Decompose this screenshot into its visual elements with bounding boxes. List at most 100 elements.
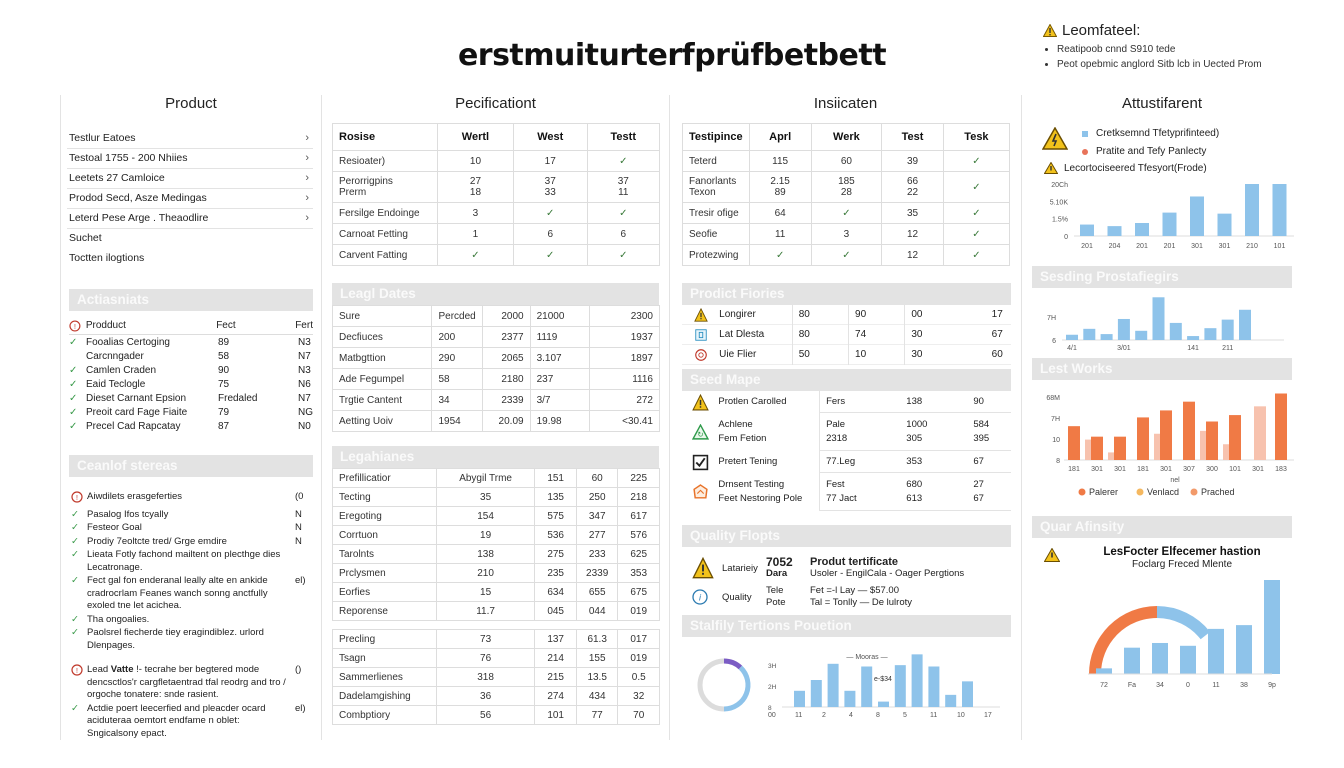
product-list-label: Prodod Secd, Asze Medingas — [69, 192, 207, 204]
row-code: N7 — [298, 392, 311, 404]
table-row: Corrtuon 19 536 277 576 — [332, 525, 660, 545]
actions-table: ! Prodduct Fect Fert ✓ Fooalias Certoging 89 N3… — [69, 317, 313, 433]
cell-value: 30 — [911, 328, 923, 340]
fiories-row: Lat Dlesta 80 74 30 67 — [682, 324, 1011, 345]
x-tick-label: 301 — [1114, 466, 1126, 473]
row-name: Seofie — [682, 223, 750, 245]
check-icon: ✓ — [810, 244, 883, 266]
cell-value: 044 — [575, 601, 619, 621]
cell-value: 101 — [534, 705, 577, 725]
section-header-checklist: Ceanlof stereas — [69, 455, 313, 477]
row-name: Combptiory — [332, 705, 437, 725]
bar — [1264, 580, 1280, 674]
check-icon: ✓ — [69, 364, 78, 376]
checklist-flag: N — [295, 535, 302, 547]
row-name: Carvent Fatting — [332, 244, 438, 266]
cell-value: 39 — [881, 150, 944, 172]
fiories-row: Longirer 80 90 00 17 — [682, 304, 1011, 325]
cell-value: 11.7 — [435, 601, 536, 621]
bar — [1096, 668, 1112, 674]
quality-list: Latarieiy 7052 Dara Produt tertificate Usole… — [682, 553, 1011, 611]
last-works-chart: 8 10 7H 68M 181 301 301 181 301 307 300 101 301 183 ne… — [1046, 393, 1294, 497]
product-list-item[interactable]: Suchet — [67, 229, 313, 249]
row-name: Eaid Teclogle — [86, 378, 146, 390]
row-name: Protezwing — [682, 244, 750, 266]
cell-value: 3.107 — [529, 347, 591, 369]
checklist-flag — [295, 549, 313, 574]
row-name: Uie Flier — [719, 344, 793, 365]
cell-value: 32 — [617, 686, 660, 706]
column-header: Test — [881, 123, 944, 151]
quality-code-sub: Dara — [766, 568, 788, 579]
bar — [1236, 625, 1252, 674]
cell-value: 575 — [534, 506, 577, 526]
x-tick-label: 8 — [876, 712, 880, 719]
info-icon: ! — [69, 319, 81, 332]
section-header-product-fiories: Prodict Fiories — [682, 283, 1011, 305]
check-icon: ✓ — [71, 575, 79, 586]
table-row: Fersilge Endoinge 3 ✓ ✓ — [332, 202, 661, 224]
legend-label: Cretksemnd Tfetyprifinteed) — [1096, 128, 1220, 139]
cell-value: 1116 — [589, 368, 660, 390]
table-row: ✓ Dieset Carnant Epsion Fredaled N7 — [69, 392, 313, 406]
bar — [1107, 226, 1122, 236]
checklist-text: Fect gal fon enderanal leally alte en an… — [87, 575, 268, 611]
bar — [1135, 330, 1148, 340]
quality-code: Tele Pote — [766, 585, 810, 609]
x-tick-label: 2 — [822, 712, 826, 719]
check-icon: ✓ — [942, 202, 1011, 224]
bar-palerer — [1275, 393, 1287, 460]
cell-value: 61.3 — [575, 629, 619, 649]
table-row: Prclysmen 210 235 2339 353 — [332, 563, 660, 583]
row-name: Dieset Carnant Epsion — [86, 392, 187, 404]
product-list-item[interactable]: Toctten ilogtions — [67, 249, 313, 269]
row-icon-wrap — [682, 557, 722, 579]
bar-palerer — [1229, 415, 1241, 460]
cell-value: 70 — [617, 705, 660, 725]
x-tick-label: 34 — [1156, 682, 1164, 689]
bar — [827, 663, 839, 707]
row-name: Decfiuces — [331, 326, 433, 348]
bar — [861, 666, 873, 707]
cell-value: 250 — [575, 487, 619, 507]
bar — [844, 690, 856, 707]
alert-box: Leomfateel: Reatipoob cnnd S910 tede Peo… — [1043, 22, 1303, 72]
cell-value: 37 33 — [512, 171, 588, 203]
chart-subtitle-text: Lecortociseered Tfesyort(Frode) — [1064, 162, 1207, 174]
chevron-right-icon: › — [305, 212, 309, 224]
product-list-item[interactable]: Leetets 27 Camloice › — [67, 169, 313, 189]
x-tick-label: 11 — [795, 712, 802, 719]
seeding-chart: 6 7H 4/1 3/01 141 211 — [1047, 297, 1284, 352]
y-tick-label: 6 — [1052, 338, 1056, 345]
cell-value: 37 11 — [586, 171, 661, 203]
product-list-item[interactable]: Testoal 1755 - 200 Nhiies › — [67, 149, 313, 169]
x-tick-label: 10 — [957, 712, 965, 719]
section-header-stability: Stalfily Tertions Pouetion — [682, 615, 1011, 637]
y-tick-label: 1.5% — [1052, 217, 1068, 224]
product-list-item[interactable]: Testlur Eatoes › — [67, 129, 313, 149]
product-list-item[interactable]: Leterd Pese Arge . Theaodlire › — [67, 209, 313, 229]
row-name: Carcnngader — [86, 350, 144, 362]
cell-value: 77 — [575, 705, 619, 725]
product-list-item[interactable]: Prodod Secd, Asze Medingas › — [67, 189, 313, 209]
check-icon: ✓ — [437, 244, 514, 266]
warning-icon — [692, 393, 709, 410]
row-name: Resioater) — [332, 150, 438, 172]
table-row: Reporense 11.7 045 044 019 — [332, 601, 660, 621]
bar — [928, 666, 940, 707]
cell-value: 34 — [431, 389, 483, 411]
table-row: Prefillicatior Abygil Trme 151 60 225 — [332, 468, 660, 488]
check-icon: ✓ — [512, 244, 588, 266]
cell-value: 318 — [435, 667, 536, 687]
cell-value: 137 — [534, 629, 577, 649]
donut-slice — [723, 665, 751, 712]
legal-lines-table-2: Precling 73 137 61.3 017 Tsagn 76 214 155 019 Samm… — [332, 629, 660, 725]
check-icon: ✓ — [71, 508, 79, 520]
row-name: Eorfies — [332, 582, 437, 602]
check-icon: ✓ — [71, 549, 79, 560]
row-name: Precling — [332, 629, 437, 649]
x-tick-label: 301 — [1091, 466, 1103, 473]
check-icon: ✓ — [810, 202, 883, 224]
row-icon-wrap — [682, 454, 718, 471]
checklist-text: Prodiy 7eoltcte tred/ Grge emdire — [87, 535, 227, 547]
